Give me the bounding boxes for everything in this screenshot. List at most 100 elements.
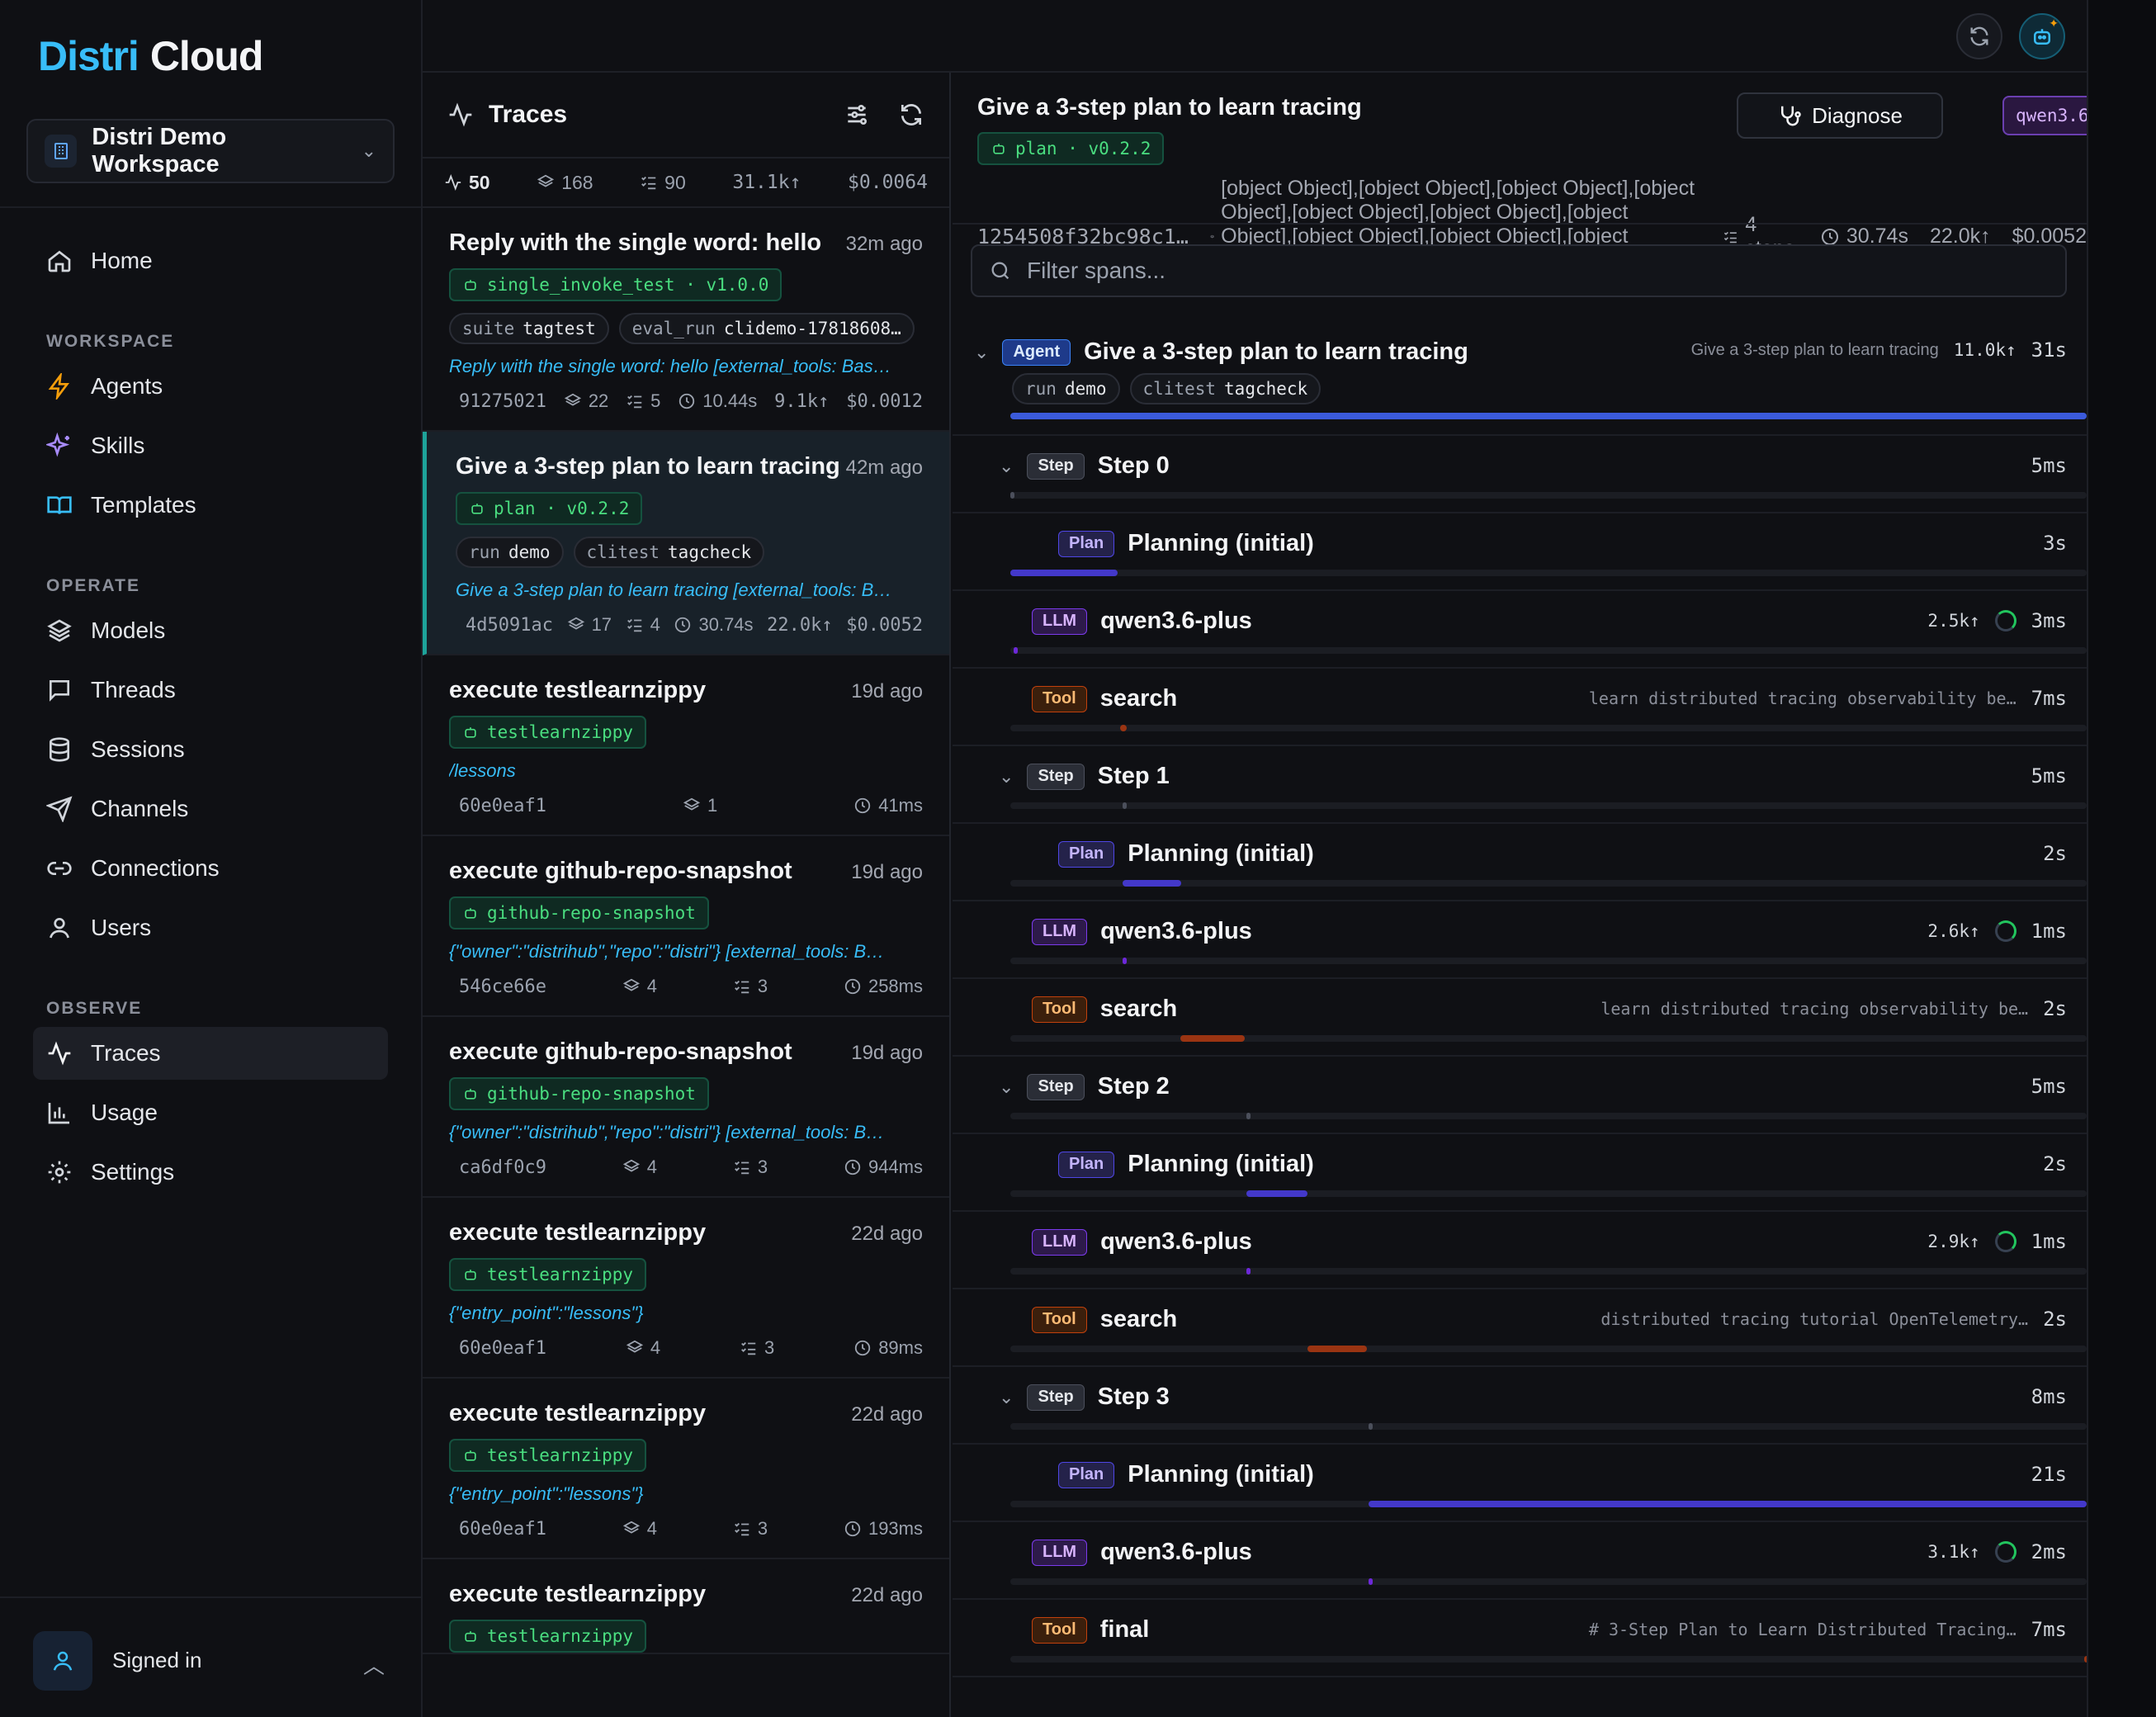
sidebar-item-threads[interactable]: Threads	[33, 664, 388, 717]
chevron-down-icon[interactable]: ⌄	[999, 456, 1014, 477]
sidebar-item-settings[interactable]: Settings	[33, 1146, 388, 1199]
trace-item-time: 22d ago	[851, 1584, 923, 1606]
span-row-plan[interactable]: Plan Planning (initial) 3s	[953, 513, 2087, 591]
model-badge: qwen3.6-plus	[2002, 96, 2087, 135]
span-row-tool[interactable]: Tool search learn distributed tracing obse…	[953, 979, 2087, 1057]
span-row-llm[interactable]: LLM qwen3.6-plus 2.9k↑ 1ms	[953, 1212, 2087, 1289]
span-kind: LLM	[1032, 918, 1088, 945]
workspace-switcher[interactable]: Distri Demo Workspace ⌄	[26, 119, 395, 183]
trace-items: Reply with the single word: hello 32m ago…	[423, 208, 949, 1654]
user-icon	[50, 918, 69, 939]
activity-icon	[445, 174, 461, 191]
refresh-icon[interactable]	[898, 102, 924, 128]
span-row-llm[interactable]: LLM qwen3.6-plus 2.6k↑ 1ms	[953, 901, 2087, 979]
span-row-step[interactable]: ⌄ Step Step 0 5ms	[953, 436, 2087, 513]
list-checks-icon	[626, 618, 641, 632]
trace-item-spans: 17	[567, 614, 612, 636]
span-bar	[1307, 1346, 1367, 1352]
clock-icon	[679, 393, 695, 409]
clock-icon	[844, 978, 861, 995]
filter-spans-input[interactable]: Filter spans...	[971, 244, 2067, 297]
span-duration: 2ms	[2031, 1540, 2067, 1563]
trace-item-spans-value: 4	[646, 1156, 658, 1177]
account-footer[interactable]: Signed in ︿	[0, 1596, 421, 1717]
trace-list-item[interactable]: execute github-repo-snapshot 19d ago githu…	[423, 1017, 949, 1198]
span-kind: Step	[1027, 1073, 1085, 1100]
sidebar-item-skills[interactable]: Skills	[33, 419, 388, 472]
span-row-llm[interactable]: LLM qwen3.6-plus 2.5k↑ 3ms	[953, 591, 2087, 669]
span-row-plan[interactable]: Plan Planning (initial) 2s	[953, 1134, 2087, 1212]
span-name: Step 3	[1097, 1384, 1170, 1410]
trace-item-duration: 89ms	[853, 1337, 923, 1359]
span-tokens: 3.1k↑	[1927, 1542, 1980, 1562]
sidebar-item-label: Home	[91, 248, 153, 273]
assistant-button[interactable]: ✦	[2019, 13, 2065, 59]
span-duration: 7ms	[2031, 1618, 2067, 1641]
span-duration: 1ms	[2031, 1230, 2067, 1253]
sidebar-item-models[interactable]: Models	[33, 604, 388, 657]
trace-list-item[interactable]: execute github-repo-snapshot 19d ago githu…	[423, 836, 949, 1017]
trace-item-meta: ca6df0c9 4 3 944ms	[449, 1156, 923, 1196]
span-row-llm[interactable]: LLM qwen3.6-plus 3.1k↑ 2ms	[953, 1522, 2087, 1600]
sidebar-item-traces[interactable]: Traces	[33, 1027, 388, 1080]
span-duration: 7ms	[2031, 687, 2067, 710]
list-checks-icon	[741, 1341, 756, 1355]
trace-item-hash: 91275021	[459, 390, 546, 412]
sidebar-item-usage[interactable]: Usage	[33, 1086, 388, 1139]
span-row-step[interactable]: ⌄ Step Step 2 5ms	[953, 1057, 2087, 1134]
span-track	[1010, 1113, 2087, 1119]
span-bar	[1120, 725, 1127, 731]
sidebar-item-agents[interactable]: Agents	[33, 360, 388, 413]
detail-divider	[953, 223, 2087, 225]
sidebar-item-users[interactable]: Users	[33, 901, 388, 954]
span-row-tool[interactable]: Tool final # 3-Step Plan to Learn Distribu…	[953, 1600, 2087, 1677]
section-observe: OBSERVE	[46, 999, 143, 1018]
trace-list-item[interactable]: execute testlearnzippy 19d ago testlearnzi…	[423, 655, 949, 836]
tag-key: run	[1025, 379, 1057, 399]
trace-list-item[interactable]: execute testlearnzippy 22d ago testlearnzi…	[423, 1559, 949, 1654]
diagnose-button[interactable]: Diagnose	[1737, 92, 1943, 139]
sidebar-item-home[interactable]: Home	[33, 234, 388, 287]
trace-list-item[interactable]: Give a 3-step plan to learn tracing 42m a…	[423, 432, 949, 655]
span-row-plan[interactable]: Plan Planning (initial) 21s	[953, 1445, 2087, 1522]
span-name: search	[1099, 685, 1178, 712]
span-row-step[interactable]: ⌄ Step Step 3 8ms	[953, 1367, 2087, 1445]
span-kind: LLM	[1032, 1228, 1088, 1256]
span-row-step[interactable]: ⌄ Step Step 1 5ms	[953, 746, 2087, 824]
clock-icon	[1821, 228, 1838, 245]
chevron-down-icon[interactable]: ⌄	[999, 1387, 1014, 1408]
chevron-down-icon[interactable]: ⌄	[974, 342, 989, 363]
span-row-agent[interactable]: ⌄ Agent Give a 3-step plan to learn trac…	[953, 320, 2087, 436]
trace-item-title: execute testlearnzippy	[449, 1581, 707, 1607]
trace-item-meta: 4d5091ac 17 4 30.74s 22.0k↑ $0.0052	[456, 614, 923, 654]
sidebar-item-label: Settings	[91, 1159, 175, 1185]
chevron-up-icon[interactable]: ︿	[363, 1649, 385, 1680]
trace-list-item[interactable]: Reply with the single word: hello 32m ago…	[423, 208, 949, 432]
chevron-down-icon[interactable]: ⌄	[999, 1076, 1014, 1098]
span-row-tool[interactable]: Tool search distributed tracing tutorial O…	[953, 1289, 2087, 1367]
clock-icon	[675, 617, 691, 633]
trace-item-badge-label: github-repo-snapshot	[487, 903, 696, 923]
sidebar-item-sessions[interactable]: Sessions	[33, 723, 388, 776]
trace-item-duration: 30.74s	[674, 614, 754, 636]
send-icon	[46, 796, 73, 822]
trace-item-badge: testlearnzippy	[449, 1620, 647, 1653]
sidebar-item-connections[interactable]: Connections	[33, 842, 388, 895]
layers-icon	[622, 1521, 640, 1534]
sidebar-item-label: Threads	[91, 677, 176, 702]
brand-logo[interactable]: Distri Cloud	[38, 30, 263, 83]
span-row-tool[interactable]: Tool search learn distributed tracing obse…	[953, 669, 2087, 746]
tag-value: tagtest	[522, 319, 596, 338]
span-row-plan[interactable]: Plan Planning (initial) 2s	[953, 824, 2087, 901]
chevron-down-icon[interactable]: ⌄	[999, 766, 1014, 788]
sliders-icon[interactable]	[844, 102, 870, 128]
trace-item-steps: 3	[733, 1156, 768, 1178]
refresh-button[interactable]	[1956, 13, 2002, 59]
sidebar-item-templates[interactable]: Templates	[33, 479, 388, 532]
trace-item-tokens: 9.1k↑	[774, 390, 830, 412]
trace-list-item[interactable]: execute testlearnzippy 22d ago testlearnzi…	[423, 1379, 949, 1559]
sidebar-item-channels[interactable]: Channels	[33, 783, 388, 835]
trace-item-steps: 5	[626, 390, 660, 412]
trace-item-badge: github-repo-snapshot	[449, 1077, 709, 1110]
trace-list-item[interactable]: execute testlearnzippy 22d ago testlearnzi…	[423, 1198, 949, 1379]
